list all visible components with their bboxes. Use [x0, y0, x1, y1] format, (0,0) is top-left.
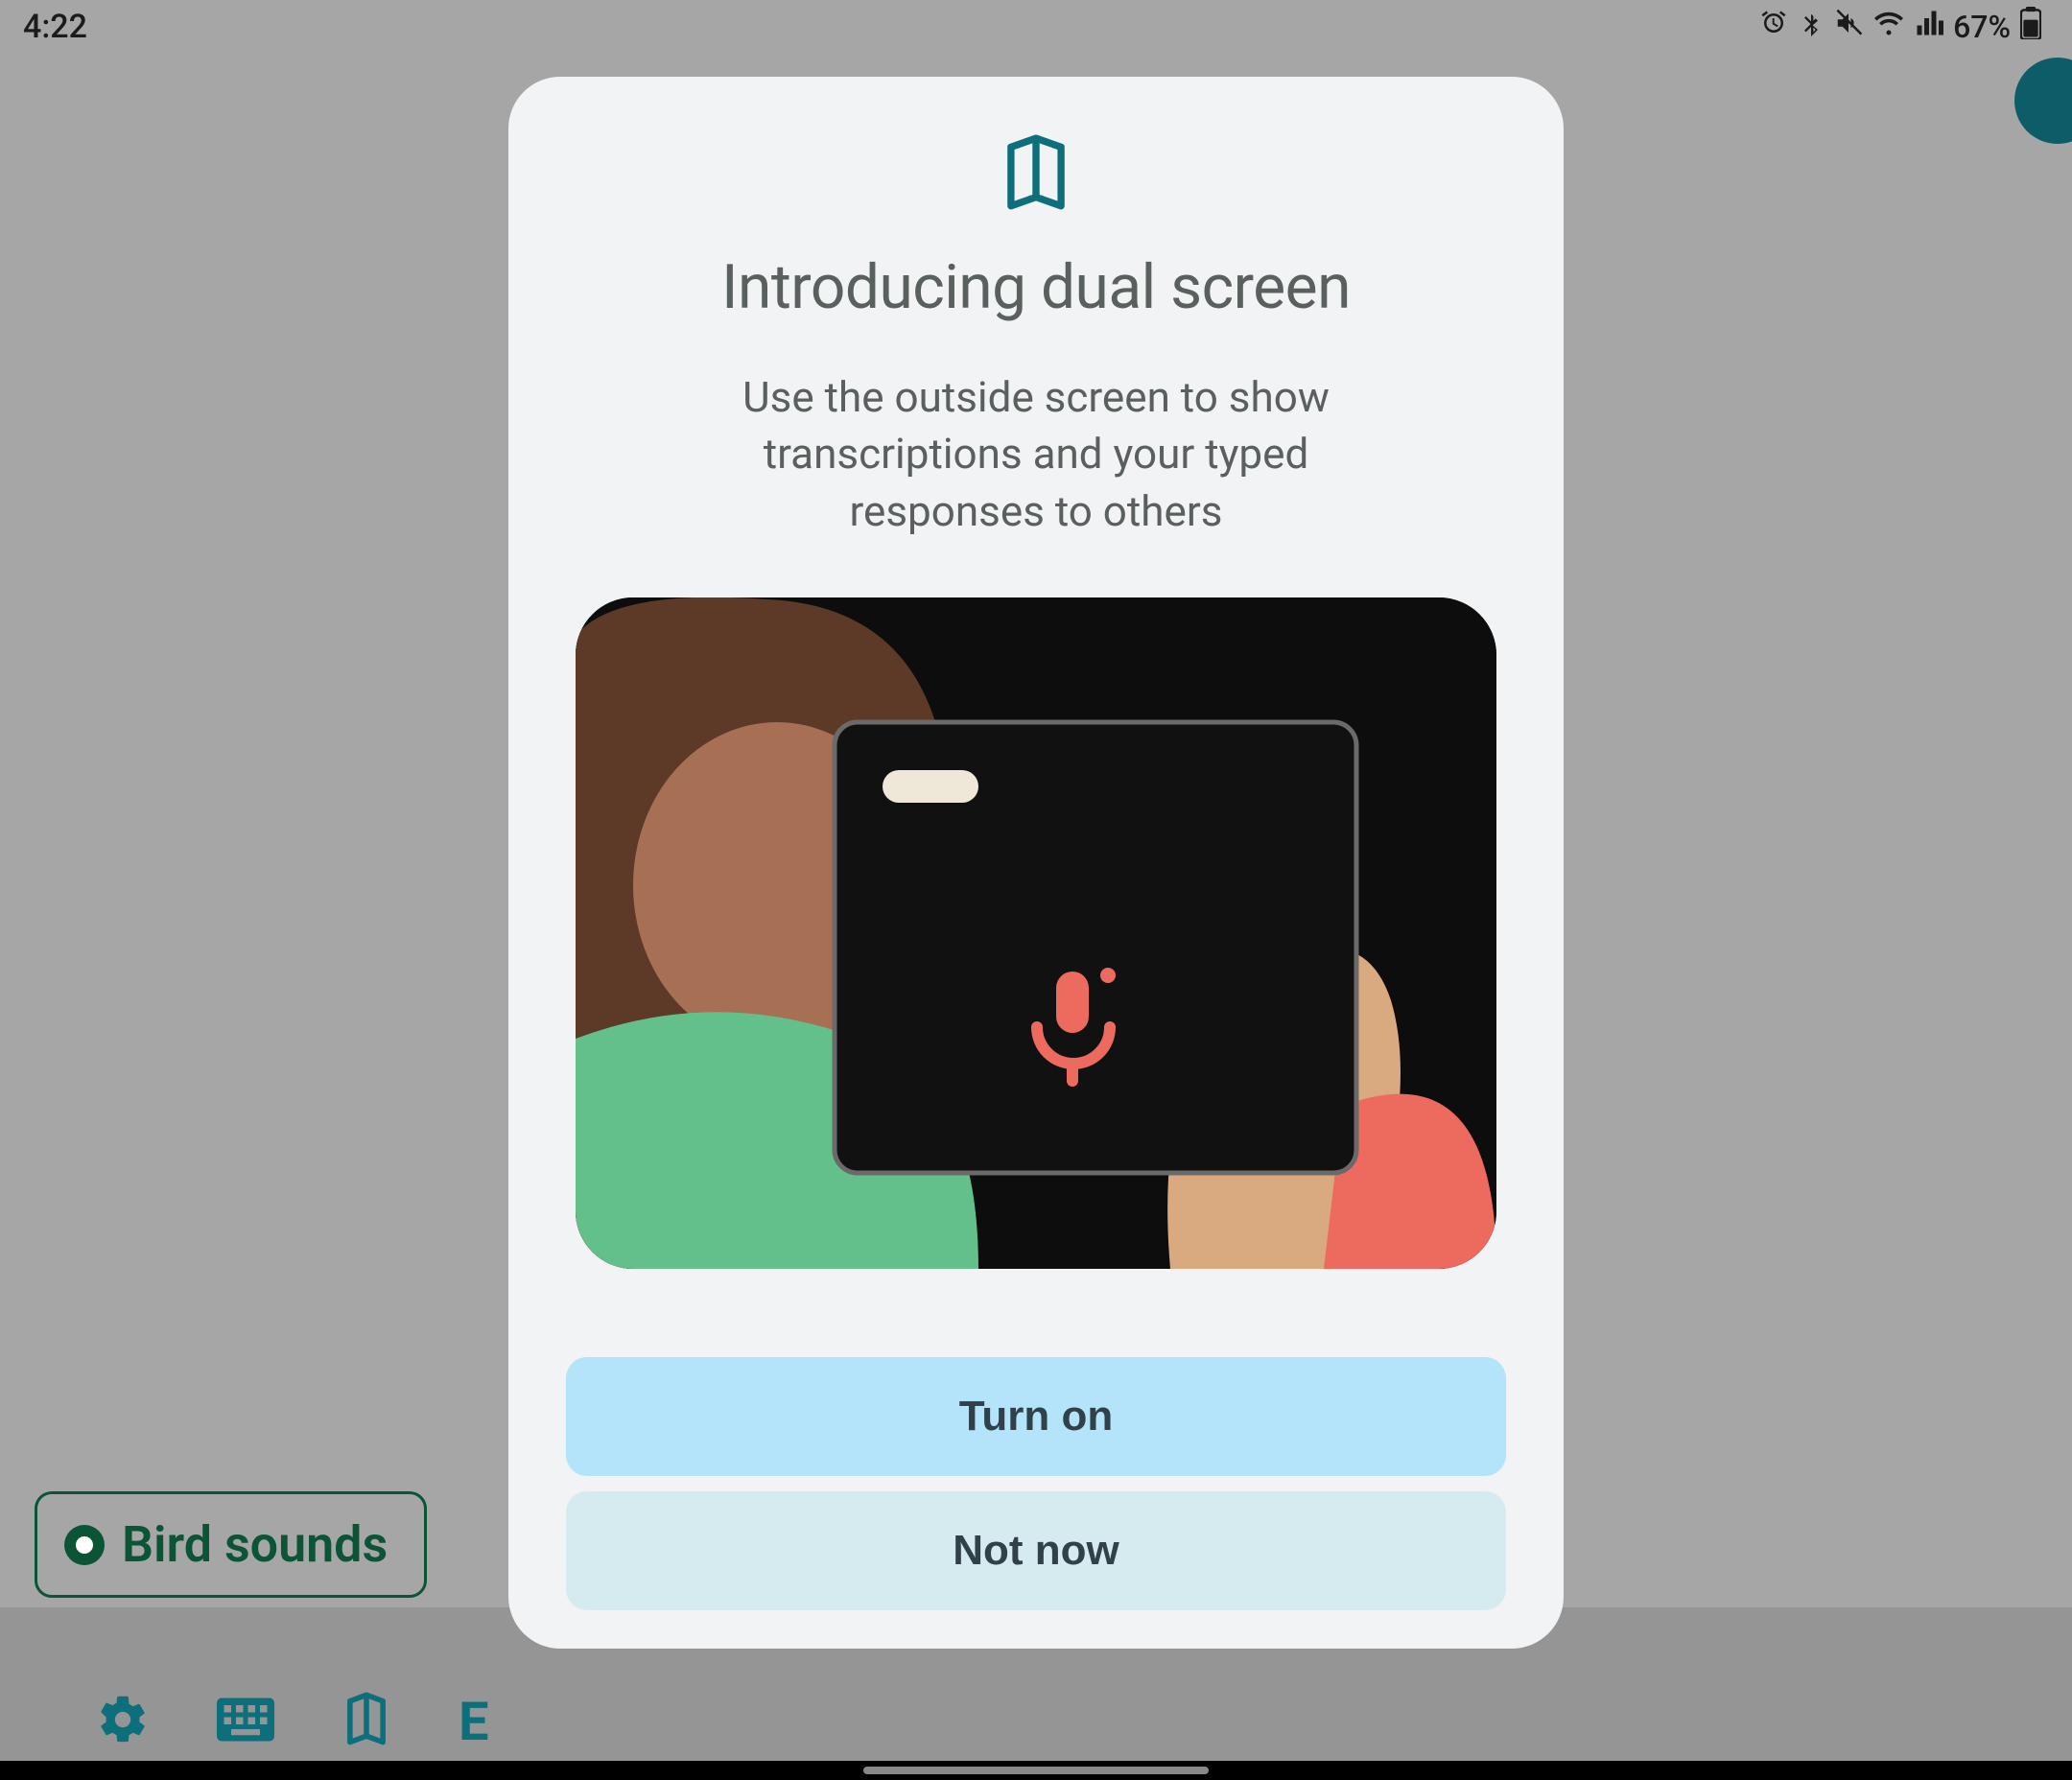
- dual-screen-header-icon: [998, 132, 1074, 219]
- modal-title: Introducing dual screen: [721, 251, 1351, 323]
- chip-label: Bird sounds: [122, 1515, 388, 1574]
- battery-icon: [2020, 7, 2041, 47]
- dual-screen-icon[interactable]: [341, 1691, 391, 1752]
- alarm-icon: [1759, 9, 1788, 45]
- signal-icon: [1915, 9, 1943, 45]
- modal-buttons: Turn on Not now: [566, 1357, 1506, 1610]
- dual-screen-intro-modal: Introducing dual screen Use the outside …: [508, 77, 1564, 1649]
- turn-on-button[interactable]: Turn on: [566, 1357, 1506, 1476]
- status-time: 4:22: [23, 8, 87, 46]
- letter-e: E: [459, 1690, 489, 1753]
- not-now-button[interactable]: Not now: [566, 1491, 1506, 1610]
- wifi-icon: [1872, 9, 1905, 45]
- navigation-bar: [0, 1761, 2072, 1780]
- bluetooth-icon: [1798, 9, 1825, 45]
- sound-category-icon: [64, 1525, 105, 1565]
- status-bar: 4:22 67%: [0, 0, 2072, 54]
- status-right: 67%: [1759, 7, 2041, 47]
- bird-sounds-chip[interactable]: Bird sounds: [35, 1491, 427, 1598]
- keyboard-icon[interactable]: [217, 1693, 274, 1750]
- edge-panel-handle[interactable]: [2014, 58, 2072, 144]
- illustration: [576, 597, 1496, 1269]
- gesture-handle[interactable]: [863, 1767, 1209, 1774]
- settings-icon[interactable]: [96, 1693, 150, 1750]
- battery-percent: 67%: [1953, 9, 2011, 45]
- mute-icon: [1834, 9, 1863, 45]
- modal-body: Use the outside screen to show transcrip…: [662, 369, 1410, 540]
- bottom-toolbar-icons: E: [96, 1690, 489, 1753]
